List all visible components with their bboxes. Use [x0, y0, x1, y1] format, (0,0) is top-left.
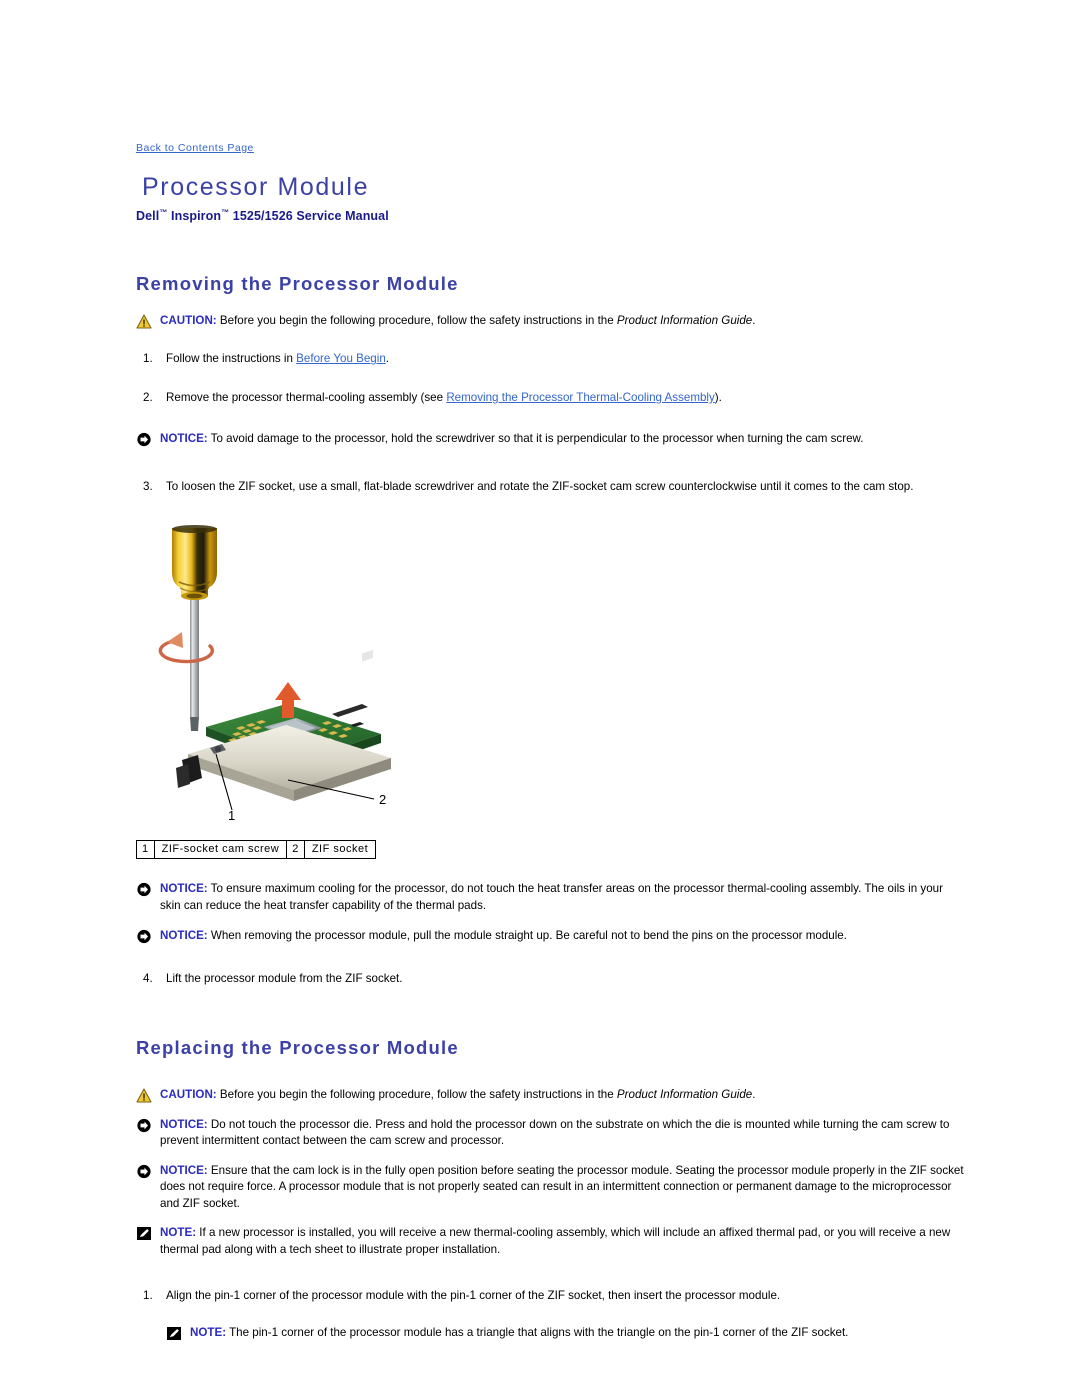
caution-italic-ref: Product Information Guide — [616, 1088, 753, 1102]
page-subtitle: Dell™ Inspiron™ 1525/1526 Service Manual — [136, 208, 964, 223]
figure-legend-table: 1 ZIF-socket cam screw 2 ZIF socket — [136, 840, 377, 860]
caution-text-a: Before you begin the following procedure… — [216, 1088, 617, 1102]
notice-arrow-icon — [136, 929, 152, 944]
note-text-replacing-1: NOTE: If a new processor is installed, y… — [160, 1225, 964, 1258]
subtitle-model: 1525/1526 Service Manual — [229, 208, 389, 223]
note-block-replacing-1: NOTE: If a new processor is installed, y… — [136, 1225, 964, 1258]
list-item: 4. Lift the processor module from the ZI… — [136, 971, 964, 988]
notice-block-removing-3: NOTICE: When removing the processor modu… — [136, 928, 964, 944]
notice-text-removing-1: NOTICE: To avoid damage to the processor… — [160, 431, 964, 447]
notice-label: NOTICE: — [160, 1117, 208, 1131]
list-item: 2. Remove the processor thermal-cooling … — [136, 390, 964, 407]
step-number: 4. — [143, 971, 153, 985]
notice-block-removing-2: NOTICE: To ensure maximum cooling for th… — [136, 881, 964, 914]
caution-text-replacing: CAUTION: Before you begin the following … — [160, 1087, 964, 1103]
steps-list-removing-a: 1. Follow the instructions in Before You… — [136, 351, 964, 407]
notice-text-removing-2: NOTICE: To ensure maximum cooling for th… — [160, 881, 964, 914]
document-content: Back to Contents Page Processor Module D… — [136, 138, 964, 1341]
step-number: 1. — [143, 1289, 153, 1303]
step-number: 3. — [143, 480, 153, 494]
notice-text-removing-3: NOTICE: When removing the processor modu… — [160, 928, 964, 944]
caution-text-b: . — [752, 313, 756, 327]
subtitle-dell: Dell — [136, 208, 160, 223]
table-row: 1 ZIF-socket cam screw 2 ZIF socket — [136, 840, 377, 860]
notice-arrow-icon — [136, 1164, 152, 1179]
steps-list-replacing: 1. Align the pin-1 corner of the process… — [136, 1288, 964, 1305]
note-text-replacing-2: NOTE: The pin-1 corner of the processor … — [190, 1325, 964, 1341]
note-pencil-icon — [136, 1226, 152, 1241]
step-text: To loosen the ZIF socket, use a small, f… — [166, 480, 914, 494]
subtitle-inspiron: Inspiron — [167, 208, 222, 223]
notice-block-replacing-1: NOTICE: Do not touch the processor die. … — [136, 1117, 964, 1150]
legend-value-1: ZIF-socket cam screw — [153, 840, 288, 860]
caution-block-replacing: CAUTION: Before you begin the following … — [136, 1087, 964, 1104]
step-text: Remove the processor thermal-cooling ass… — [166, 391, 722, 404]
list-item: 1. Align the pin-1 corner of the process… — [136, 1288, 964, 1305]
removing-thermal-cooling-assembly-link[interactable]: Removing the Processor Thermal-Cooling A… — [446, 391, 714, 404]
notice-body: Do not touch the processor die. Press an… — [160, 1117, 950, 1148]
notice-body: When removing the processor module, pull… — [207, 929, 847, 943]
caution-label: CAUTION: — [160, 313, 217, 327]
warning-triangle-icon — [136, 314, 152, 329]
notice-block-replacing-2: NOTICE: Ensure that the cam lock is in t… — [136, 1163, 964, 1212]
processor-module-figure: 2 1 — [136, 522, 436, 832]
caution-text-removing: CAUTION: Before you begin the following … — [160, 313, 964, 329]
document-page: Back to Contents Page Processor Module D… — [0, 0, 1080, 1397]
note-label: NOTE: — [190, 1325, 227, 1339]
section-heading-removing: Removing the Processor Module — [136, 272, 459, 294]
list-item: 1. Follow the instructions in Before You… — [136, 351, 964, 368]
notice-arrow-icon — [136, 882, 152, 897]
before-you-begin-link[interactable]: Before You Begin — [296, 352, 386, 365]
notice-label: NOTICE: — [160, 929, 208, 943]
warning-triangle-icon — [136, 1088, 152, 1104]
page-title: Processor Module — [142, 173, 370, 201]
legend-value-2: ZIF socket — [303, 840, 377, 860]
note-block-replacing-2: NOTE: The pin-1 corner of the processor … — [166, 1325, 964, 1341]
figure-callout-1: 1 — [228, 808, 235, 823]
notice-arrow-icon — [136, 432, 152, 447]
legend-key-1: 1 — [136, 840, 155, 860]
section-heading-replacing: Replacing the Processor Module — [136, 1037, 459, 1059]
step-text: Follow the instructions in Before You Be… — [166, 352, 389, 365]
caution-label: CAUTION: — [160, 1088, 217, 1102]
step-text: Lift the processor module from the ZIF s… — [166, 971, 403, 985]
step1-text-b: . — [385, 352, 390, 366]
step-text: Align the pin-1 corner of the processor … — [166, 1289, 781, 1303]
steps-list-removing-b: 3. To loosen the ZIF socket, use a small… — [136, 479, 964, 496]
caution-text-a: Before you begin the following procedure… — [216, 313, 617, 327]
notice-block-removing-1: NOTICE: To avoid damage to the processor… — [136, 431, 964, 447]
caution-text-b: . — [752, 1088, 756, 1102]
legend-key-2: 2 — [286, 840, 305, 860]
step2-text-a: Remove the processor thermal-cooling ass… — [166, 391, 447, 405]
steps-list-removing-c: 4. Lift the processor module from the ZI… — [136, 971, 964, 988]
figure-callout-2: 2 — [379, 792, 386, 807]
back-to-contents-link[interactable]: Back to Contents Page — [136, 142, 254, 154]
note-label: NOTE: — [160, 1226, 197, 1240]
step-number: 2. — [143, 391, 153, 405]
note-body: The pin-1 corner of the processor module… — [226, 1325, 849, 1339]
notice-arrow-icon — [136, 1118, 152, 1133]
notice-body: Ensure that the cam lock is in the fully… — [160, 1163, 964, 1210]
step-number: 1. — [143, 352, 153, 366]
note-pencil-icon — [166, 1326, 182, 1341]
figure-illustration: 2 1 — [158, 525, 391, 823]
caution-block-removing: CAUTION: Before you begin the following … — [136, 313, 964, 329]
notice-body: To ensure maximum cooling for the proces… — [160, 882, 943, 912]
list-item: 3. To loosen the ZIF socket, use a small… — [136, 479, 964, 496]
notice-label: NOTICE: — [160, 882, 208, 896]
notice-label: NOTICE: — [160, 431, 208, 445]
notice-body: To avoid damage to the processor, hold t… — [207, 431, 864, 445]
step1-text-a: Follow the instructions in — [166, 352, 297, 366]
caution-italic-ref: Product Information Guide — [616, 313, 753, 327]
notice-label: NOTICE: — [160, 1163, 208, 1177]
note-body: If a new processor is installed, you wil… — [160, 1226, 951, 1256]
notice-text-replacing-2: NOTICE: Ensure that the cam lock is in t… — [160, 1163, 964, 1212]
notice-text-replacing-1: NOTICE: Do not touch the processor die. … — [160, 1117, 964, 1150]
step2-text-b: ). — [714, 391, 722, 405]
